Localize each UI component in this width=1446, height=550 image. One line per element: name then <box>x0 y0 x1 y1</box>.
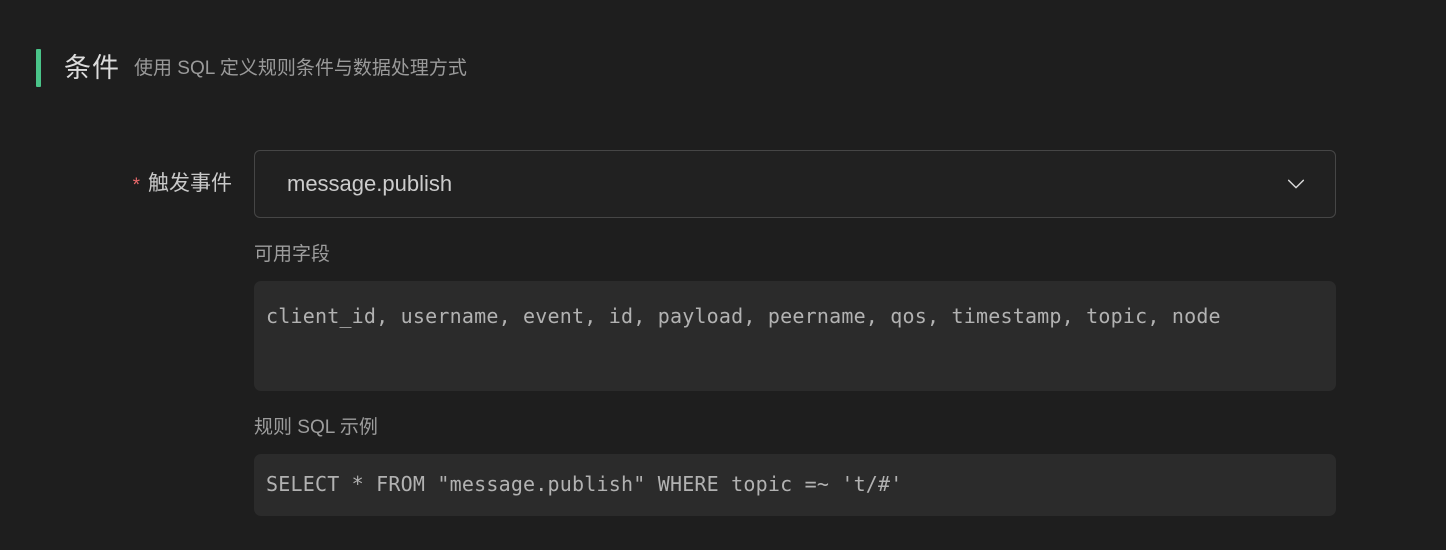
trigger-event-control-group: message.publish 可用字段 client_id, username… <box>254 150 1336 516</box>
accent-bar <box>36 49 41 87</box>
section-header: 条件 使用 SQL 定义规则条件与数据处理方式 <box>36 48 467 88</box>
sql-example-code-block: SELECT * FROM "message.publish" WHERE to… <box>254 454 1336 516</box>
sql-example-label: 规则 SQL 示例 <box>254 417 378 438</box>
available-fields-code-block: client_id, username, event, id, payload,… <box>254 281 1336 391</box>
section-subtitle: 使用 SQL 定义规则条件与数据处理方式 <box>134 57 467 79</box>
trigger-event-select[interactable]: message.publish <box>254 150 1336 218</box>
trigger-event-form-row: * 触发事件 message.publish 可用字段 client_id, us… <box>0 150 1446 516</box>
trigger-event-label-text: 触发事件 <box>148 172 232 195</box>
rule-condition-panel: 条件 使用 SQL 定义规则条件与数据处理方式 * 触发事件 message.pu… <box>0 0 1446 550</box>
trigger-event-selected-value: message.publish <box>287 171 453 196</box>
available-fields-label: 可用字段 <box>254 244 331 265</box>
required-asterisk-icon: * <box>132 175 140 196</box>
page-title: 条件 <box>64 52 120 83</box>
chevron-down-icon[interactable] <box>1285 173 1307 195</box>
trigger-event-label: * 触发事件 <box>0 150 254 220</box>
